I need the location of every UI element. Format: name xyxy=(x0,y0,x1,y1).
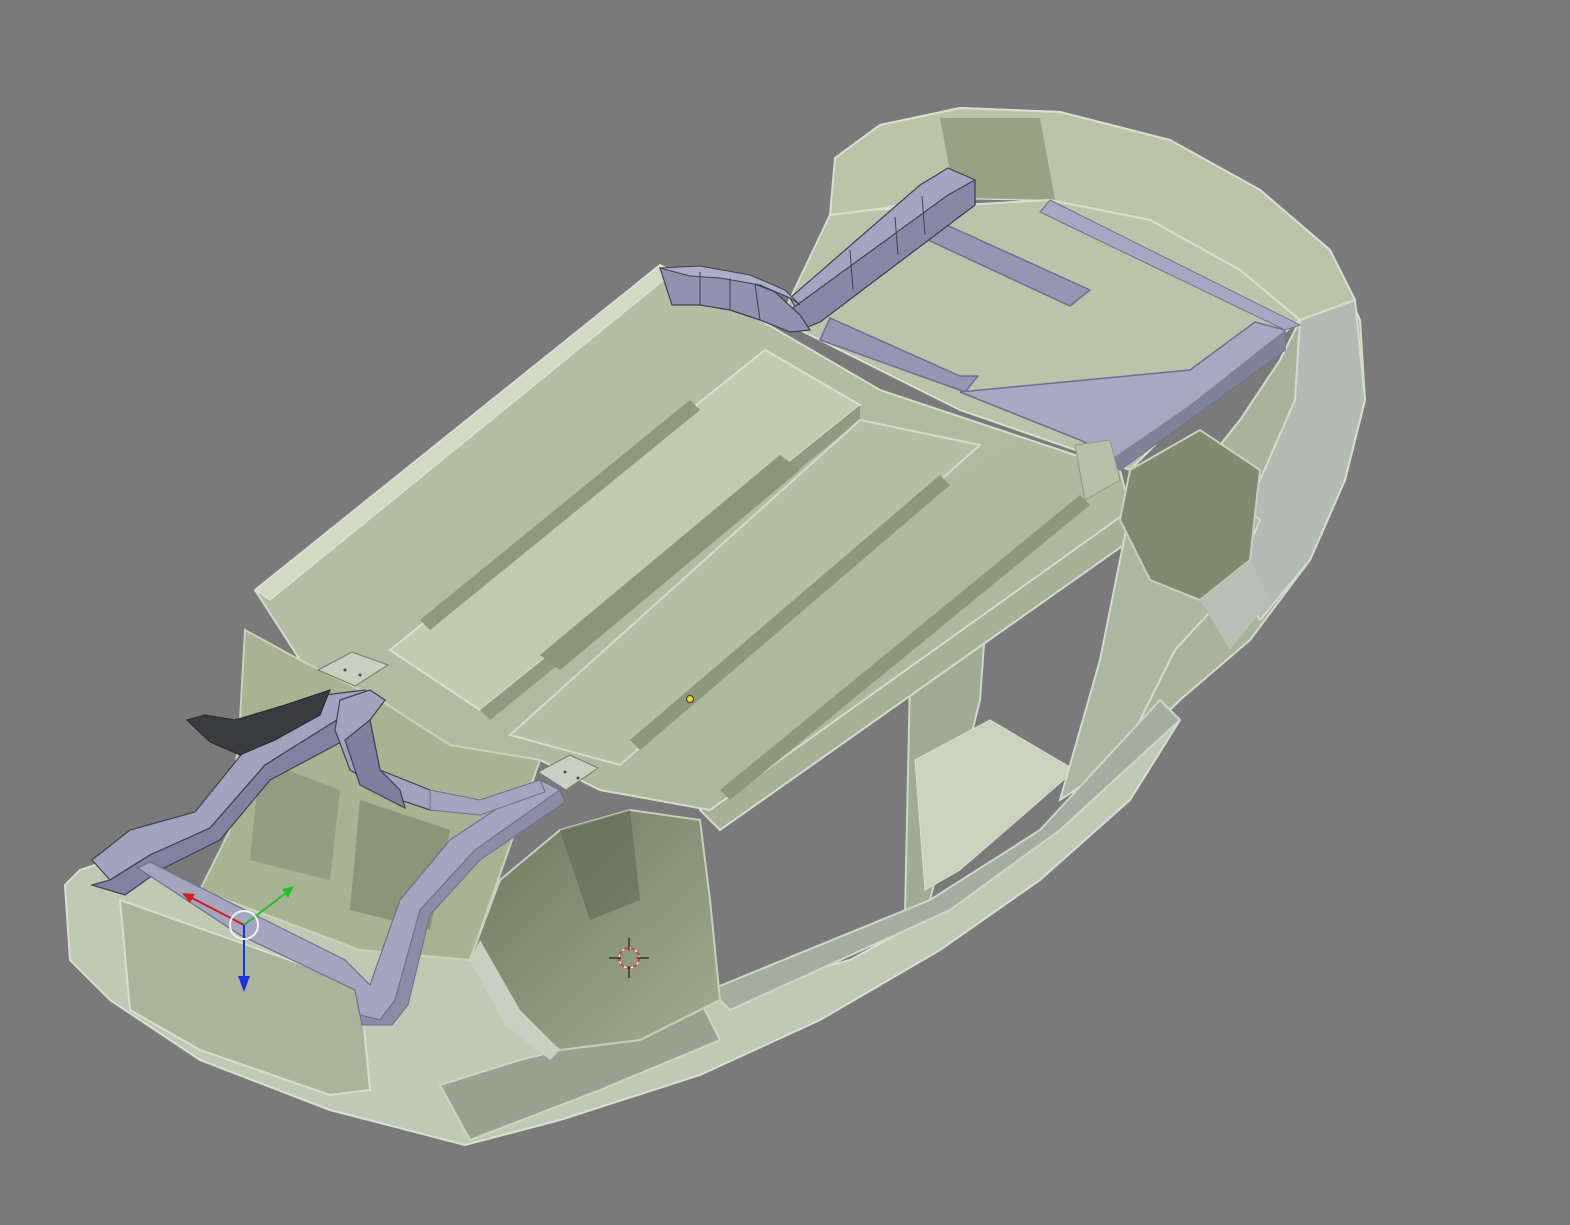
mount-bolt-3 xyxy=(563,770,567,774)
mount-bolt-1 xyxy=(343,668,347,672)
scene-canvas[interactable] xyxy=(0,0,1570,1225)
3d-viewport[interactable] xyxy=(0,0,1570,1225)
mount-bolt-2 xyxy=(358,673,362,677)
object-origin-icon[interactable] xyxy=(686,695,694,703)
mount-bolt-4 xyxy=(576,776,580,780)
